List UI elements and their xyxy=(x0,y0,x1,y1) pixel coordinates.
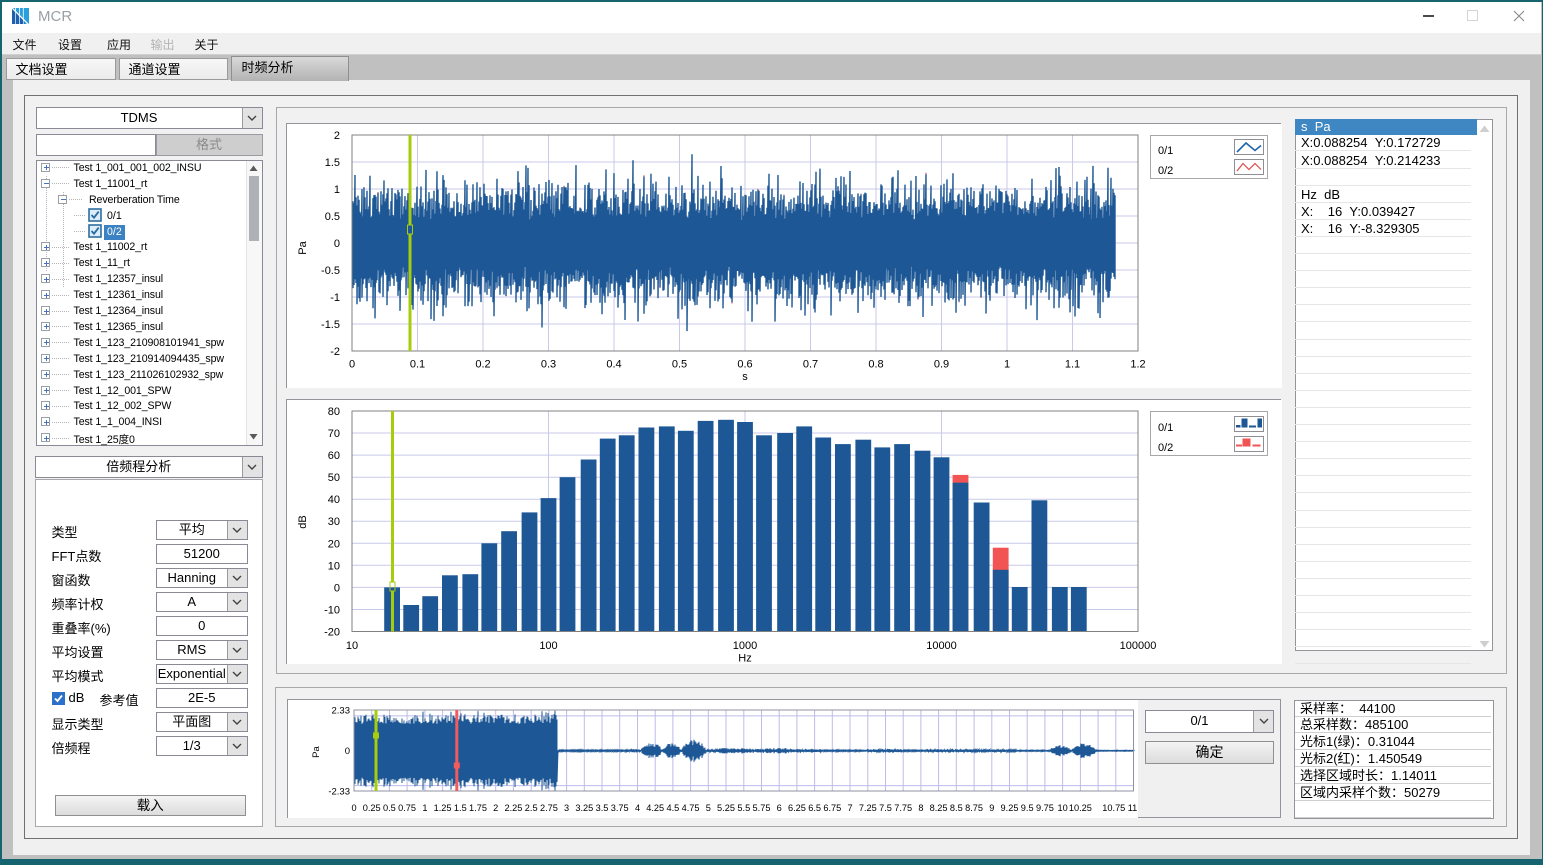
svg-text:0.25: 0.25 xyxy=(362,803,380,813)
svg-text:10.25: 10.25 xyxy=(1068,803,1091,813)
svg-text:10.75: 10.75 xyxy=(1102,803,1125,813)
svg-text:1.5: 1.5 xyxy=(325,157,340,169)
svg-text:-20: -20 xyxy=(324,627,340,639)
svg-text:0: 0 xyxy=(334,582,340,594)
svg-text:0/1: 0/1 xyxy=(1158,422,1173,434)
svg-text:0.6: 0.6 xyxy=(737,359,752,371)
svg-text:6.75: 6.75 xyxy=(823,803,841,813)
svg-text:8.75: 8.75 xyxy=(965,803,983,813)
svg-text:5.5: 5.5 xyxy=(737,803,750,813)
svg-text:1: 1 xyxy=(422,803,427,813)
svg-text:2.33: 2.33 xyxy=(331,705,350,716)
svg-text:3.75: 3.75 xyxy=(610,803,628,813)
svg-text:7.5: 7.5 xyxy=(879,803,892,813)
svg-text:1.5: 1.5 xyxy=(453,803,466,813)
svg-text:0: 0 xyxy=(349,359,355,371)
svg-text:2: 2 xyxy=(493,803,498,813)
svg-text:0.5: 0.5 xyxy=(325,211,340,223)
svg-text:50: 50 xyxy=(328,472,340,484)
svg-text:0/2: 0/2 xyxy=(1158,442,1173,454)
svg-text:5.75: 5.75 xyxy=(752,803,770,813)
svg-text:3: 3 xyxy=(564,803,569,813)
svg-text:1.75: 1.75 xyxy=(469,803,487,813)
svg-text:-1: -1 xyxy=(330,292,340,304)
svg-text:0.3: 0.3 xyxy=(541,359,556,371)
svg-text:0.4: 0.4 xyxy=(606,359,621,371)
svg-text:6.5: 6.5 xyxy=(808,803,821,813)
svg-text:10: 10 xyxy=(1057,803,1067,813)
svg-text:-1.5: -1.5 xyxy=(321,319,340,331)
svg-text:-10: -10 xyxy=(324,605,340,617)
svg-text:0.7: 0.7 xyxy=(803,359,818,371)
svg-text:0.5: 0.5 xyxy=(383,803,396,813)
svg-text:0.75: 0.75 xyxy=(398,803,416,813)
svg-text:1.1: 1.1 xyxy=(1065,359,1080,371)
svg-text:s: s xyxy=(742,371,748,383)
svg-text:100000: 100000 xyxy=(1120,640,1157,652)
svg-text:1.25: 1.25 xyxy=(433,803,451,813)
svg-text:0.5: 0.5 xyxy=(672,359,687,371)
svg-text:-0.5: -0.5 xyxy=(321,265,340,277)
svg-text:5: 5 xyxy=(705,803,710,813)
svg-text:3.25: 3.25 xyxy=(575,803,593,813)
svg-text:9.25: 9.25 xyxy=(1000,803,1018,813)
svg-text:1: 1 xyxy=(334,184,340,196)
svg-text:6.25: 6.25 xyxy=(787,803,805,813)
svg-text:5.25: 5.25 xyxy=(717,803,735,813)
svg-text:-2: -2 xyxy=(330,346,340,358)
svg-text:0: 0 xyxy=(351,803,356,813)
svg-text:4.5: 4.5 xyxy=(666,803,679,813)
svg-text:9.5: 9.5 xyxy=(1020,803,1033,813)
svg-text:1.2: 1.2 xyxy=(1130,359,1145,371)
svg-text:0.9: 0.9 xyxy=(934,359,949,371)
svg-text:7: 7 xyxy=(847,803,852,813)
svg-text:4.25: 4.25 xyxy=(646,803,664,813)
svg-text:-2.33: -2.33 xyxy=(328,786,350,797)
svg-text:7.75: 7.75 xyxy=(894,803,912,813)
svg-text:8.25: 8.25 xyxy=(929,803,947,813)
svg-text:10: 10 xyxy=(328,560,340,572)
svg-text:100: 100 xyxy=(539,640,557,652)
svg-text:11: 11 xyxy=(1127,803,1137,813)
svg-text:2.5: 2.5 xyxy=(524,803,537,813)
svg-text:0: 0 xyxy=(334,238,340,250)
svg-text:2: 2 xyxy=(334,130,340,142)
svg-text:8: 8 xyxy=(918,803,923,813)
svg-text:Pa: Pa xyxy=(311,745,322,757)
svg-text:2.25: 2.25 xyxy=(504,803,522,813)
svg-text:8.5: 8.5 xyxy=(949,803,962,813)
svg-text:10000: 10000 xyxy=(926,640,957,652)
svg-text:7.25: 7.25 xyxy=(858,803,876,813)
svg-text:0/1: 0/1 xyxy=(1158,145,1173,157)
svg-text:30: 30 xyxy=(328,516,340,528)
svg-text:9.75: 9.75 xyxy=(1035,803,1053,813)
svg-text:20: 20 xyxy=(328,538,340,550)
svg-text:9: 9 xyxy=(989,803,994,813)
svg-text:2.75: 2.75 xyxy=(539,803,557,813)
svg-text:Pa: Pa xyxy=(297,240,309,254)
svg-text:0.8: 0.8 xyxy=(868,359,883,371)
svg-text:1: 1 xyxy=(1004,359,1010,371)
svg-text:1000: 1000 xyxy=(733,640,757,652)
svg-text:Hz: Hz xyxy=(738,653,751,665)
svg-text:0.1: 0.1 xyxy=(410,359,425,371)
svg-text:4.75: 4.75 xyxy=(681,803,699,813)
svg-text:dB: dB xyxy=(297,515,309,528)
svg-text:40: 40 xyxy=(328,494,340,506)
svg-text:0: 0 xyxy=(344,746,349,757)
svg-text:6: 6 xyxy=(776,803,781,813)
svg-text:4: 4 xyxy=(634,803,639,813)
svg-text:3.5: 3.5 xyxy=(595,803,608,813)
svg-text:0/2: 0/2 xyxy=(1158,165,1173,177)
svg-text:70: 70 xyxy=(328,428,340,440)
svg-text:80: 80 xyxy=(328,406,340,418)
svg-text:10: 10 xyxy=(346,640,358,652)
svg-text:0.2: 0.2 xyxy=(475,359,490,371)
svg-text:60: 60 xyxy=(328,450,340,462)
